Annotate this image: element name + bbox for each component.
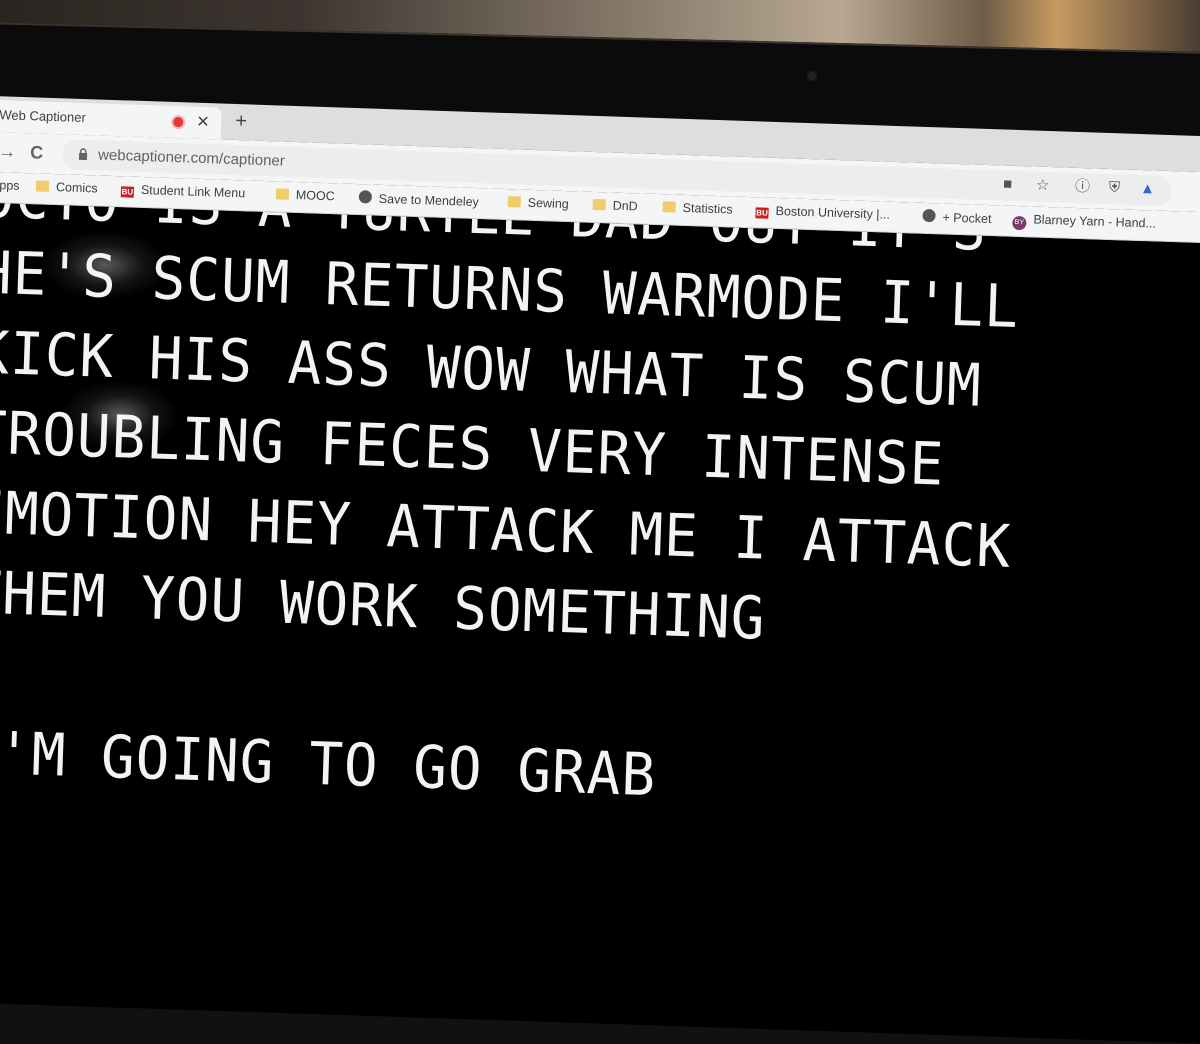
bu-icon: BU	[755, 207, 769, 219]
bookmark-label: Save to Mendeley	[378, 191, 480, 210]
caption-line: I'M GOING TO GO GRAB	[0, 718, 658, 810]
globe-icon	[358, 190, 373, 204]
folder-icon	[662, 201, 676, 213]
lock-icon	[78, 148, 88, 161]
bookmark-sewing[interactable]: Sewing	[507, 195, 569, 215]
bu-icon: BU	[120, 186, 135, 198]
bookmark-label: Comics	[55, 180, 98, 196]
bookmark-label: Apps	[0, 177, 20, 193]
folder-icon	[507, 196, 521, 208]
forward-button[interactable]: →	[0, 141, 16, 163]
bookmark-label: Statistics	[682, 200, 733, 217]
bookmark-label: MOOC	[295, 188, 335, 204]
bookmark-label: Boston University |...	[775, 203, 891, 222]
folder-icon	[35, 180, 50, 192]
bookmark-mooc[interactable]: MOOC	[275, 187, 335, 207]
star-icon[interactable]: ☆	[1031, 174, 1054, 197]
bookmark-apps[interactable]: Apps	[0, 178, 20, 197]
close-tab-button[interactable]: ✕	[196, 112, 210, 132]
reload-button[interactable]: C	[30, 142, 44, 163]
bookmark-comics[interactable]: Comics	[35, 179, 98, 199]
bookmark-student-link-menu[interactable]: BU Student Link Menu	[120, 182, 246, 204]
caption-display: OCTO IS A TURTLE DAD OUT IT S HE'S SCUM …	[0, 202, 1200, 1044]
extension-icon[interactable]: ⓘ	[1071, 176, 1094, 199]
bookmark-label: Student Link Menu	[140, 182, 246, 201]
by-icon: BY	[1012, 215, 1027, 231]
bookmark-save-to-mendeley[interactable]: Save to Mendeley	[358, 190, 479, 212]
caption-line: THEM YOU WORK SOMETHING	[0, 558, 767, 654]
bookmark-label: + Pocket	[942, 210, 992, 227]
webcam-icon	[808, 72, 816, 80]
camera-icon[interactable]: ■	[996, 173, 1019, 196]
new-tab-button[interactable]: +	[235, 110, 247, 133]
recording-icon	[173, 116, 184, 128]
bookmark-label: Sewing	[527, 195, 569, 212]
laptop-screen: Web Captioner ✕ + → C webcaptioner.com/c…	[0, 96, 1200, 1044]
bookmark-blarney-yarn[interactable]: BY Blarney Yarn - Hand...	[1012, 212, 1156, 235]
tab-title: Web Captioner	[0, 107, 87, 126]
bookmark-pocket[interactable]: + Pocket	[922, 208, 992, 229]
bookmark-boston-university[interactable]: BU Boston University |...	[755, 203, 890, 225]
folder-icon	[275, 188, 290, 200]
bookmark-statistics[interactable]: Statistics	[662, 200, 733, 220]
bookmark-dnd[interactable]: DnD	[592, 198, 638, 217]
bookmark-label: DnD	[612, 198, 638, 214]
graduation-cap-icon[interactable]: ▲	[1136, 178, 1159, 201]
bookmark-label: Blarney Yarn - Hand...	[1033, 212, 1157, 231]
folder-icon	[592, 198, 606, 211]
url-text: webcaptioner.com/captioner	[97, 146, 286, 170]
shield-icon[interactable]: ⛨	[1103, 177, 1126, 200]
globe-icon	[922, 208, 936, 223]
